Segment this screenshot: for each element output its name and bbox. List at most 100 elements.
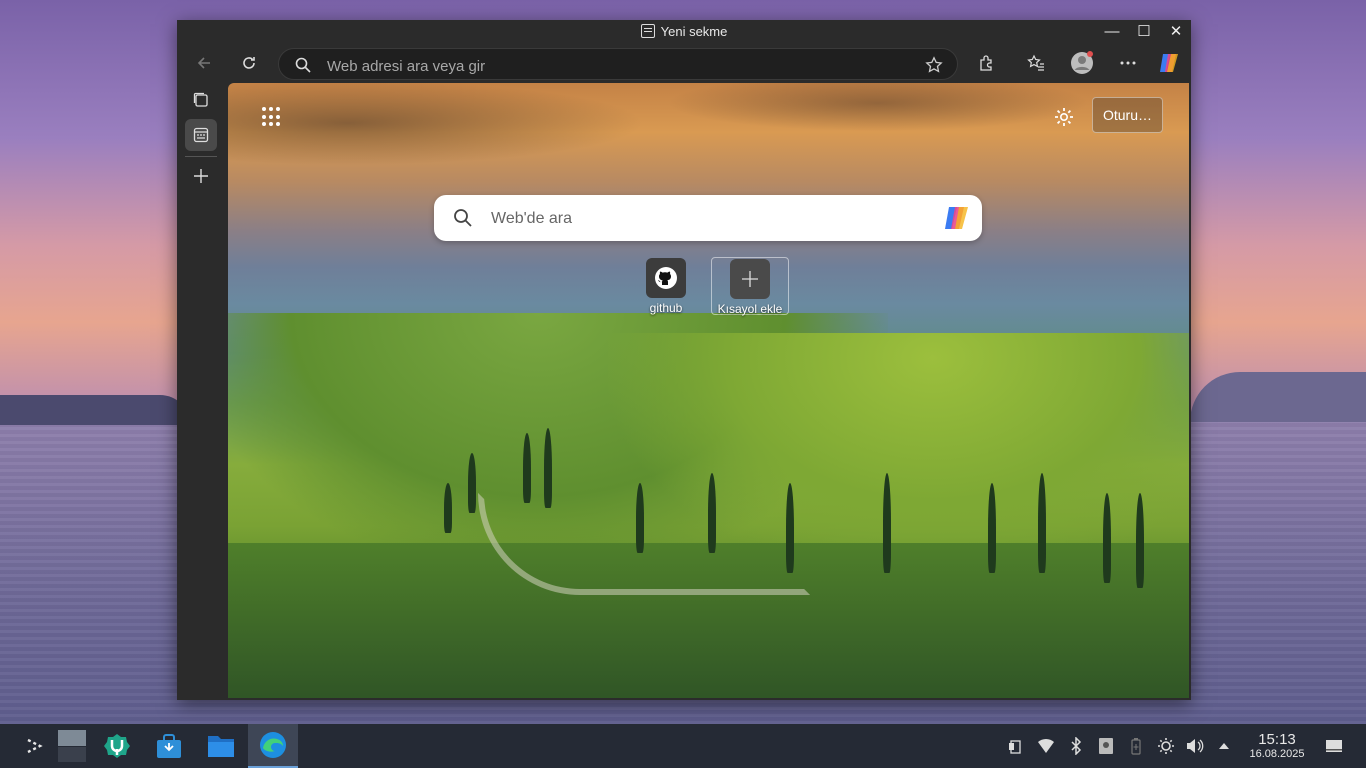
copilot-icon [1160, 54, 1178, 72]
tab-actions-button[interactable] [185, 84, 217, 116]
app-launcher-button[interactable] [258, 103, 286, 131]
page-settings-button[interactable] [1050, 103, 1078, 131]
gear-icon [1055, 108, 1073, 126]
background-tree [1136, 493, 1144, 588]
search-icon [295, 57, 311, 73]
new-tab-page-icon [640, 24, 655, 38]
profile-icon [1071, 51, 1093, 74]
back-button[interactable] [191, 50, 217, 76]
refresh-icon [243, 57, 255, 69]
volume-icon [1187, 739, 1204, 753]
shortcut-tile-github[interactable]: github [634, 258, 698, 315]
background-tree [636, 483, 644, 553]
background-tree [786, 483, 794, 573]
desktop-pager-icon [58, 730, 86, 762]
clipboard-button[interactable] [1005, 736, 1025, 756]
expand-tray-button[interactable] [1214, 736, 1234, 756]
new-tab-page-icon [193, 127, 209, 143]
tab-new-tab[interactable] [185, 119, 217, 151]
edge-browser-icon [260, 732, 286, 758]
background-tree [1103, 493, 1111, 583]
wifi-icon [1038, 738, 1054, 753]
background-tree [1038, 473, 1046, 573]
new-tab-button[interactable] [185, 160, 217, 192]
app-launcher-icon [27, 738, 43, 754]
background-tree [444, 483, 452, 533]
shortcut-icon-box [730, 259, 770, 299]
search-icon [454, 209, 472, 227]
brightness-icon [1158, 738, 1174, 754]
maximize-button[interactable]: ☐ [1133, 22, 1155, 42]
more-button[interactable] [1115, 50, 1141, 76]
edge-browser-taskbar-button[interactable] [248, 724, 298, 768]
background-tree [988, 483, 996, 573]
address-input[interactable] [325, 55, 889, 77]
storage-icon [1099, 738, 1113, 754]
clock[interactable]: 15:13 16.08.2025 [1244, 731, 1310, 760]
apps-grid-icon [262, 107, 266, 111]
favorites-icon [1027, 54, 1044, 71]
browser-toolbar [177, 44, 1191, 80]
network-button[interactable] [1036, 736, 1056, 756]
add-icon [194, 169, 208, 183]
battery-button[interactable] [1126, 736, 1146, 756]
favorites-button[interactable] [1023, 50, 1049, 76]
taskbar: 15:13 16.08.2025 [0, 724, 1366, 768]
file-manager-icon [208, 736, 234, 757]
volume-button[interactable] [1185, 736, 1205, 756]
clock-date: 16.08.2025 [1249, 748, 1305, 760]
battery-icon [1131, 738, 1141, 755]
store-icon [157, 734, 181, 758]
sign-in-button[interactable]: Oturu… [1092, 97, 1163, 133]
background-tree [523, 433, 531, 503]
store-button[interactable] [151, 728, 187, 764]
plus-icon [742, 271, 758, 287]
background-tree [708, 473, 716, 553]
copilot-button[interactable] [1156, 50, 1182, 76]
shortcut-label: github [649, 301, 683, 315]
background-tree [468, 453, 476, 513]
background-tree [883, 473, 891, 573]
favorite-star-icon[interactable] [925, 56, 943, 74]
expand-tray-icon [1219, 743, 1229, 749]
web-search-input[interactable] [489, 207, 913, 231]
titlebar[interactable]: Yeni sekme — ☐ ✕ [177, 20, 1191, 44]
window-title: Yeni sekme [177, 24, 1191, 39]
app-launcher-button[interactable] [16, 728, 52, 764]
clipboard-icon [1009, 740, 1021, 754]
bluetooth-icon [1071, 737, 1082, 755]
brightness-button[interactable] [1156, 736, 1176, 756]
extensions-button[interactable] [974, 50, 1000, 76]
show-desktop-button[interactable] [1324, 736, 1344, 756]
browser-window: Yeni sekme — ☐ ✕ Web adresi ara veya gir… [177, 20, 1191, 700]
vertical-tabs-sidebar [177, 82, 228, 700]
clock-time: 15:13 [1258, 731, 1296, 748]
web-search-box[interactable] [434, 195, 982, 241]
copilot-icon[interactable] [942, 204, 972, 232]
add-shortcut-tile[interactable]: Kısayol ekle [711, 257, 789, 316]
bluetooth-button[interactable] [1066, 736, 1086, 756]
storage-button[interactable] [1096, 736, 1116, 756]
discover-button[interactable] [99, 728, 135, 764]
shortcut-label: Kısayol ekle [717, 302, 783, 316]
address-bar[interactable] [278, 48, 958, 80]
desktop-wallpaper-hill [1190, 372, 1366, 422]
background-road [478, 493, 810, 595]
new-tab-page: Oturu… github Kısayol ekle [228, 83, 1189, 698]
shortcut-icon-box [646, 258, 686, 298]
close-button[interactable]: ✕ [1165, 22, 1187, 42]
more-icon [1120, 61, 1136, 65]
extensions-icon [980, 55, 992, 71]
back-icon [197, 57, 210, 69]
file-manager-button[interactable] [203, 728, 239, 764]
sidebar-divider [185, 156, 217, 157]
desktop-pager[interactable] [54, 728, 90, 764]
refresh-button[interactable] [236, 50, 262, 76]
profile-button[interactable] [1069, 50, 1095, 76]
background-tree [544, 428, 552, 508]
github-icon [655, 267, 677, 289]
minimize-button[interactable]: — [1101, 22, 1123, 42]
desktop-wallpaper-hill [0, 395, 190, 425]
tab-actions-icon [193, 92, 208, 107]
discover-icon [104, 734, 130, 758]
